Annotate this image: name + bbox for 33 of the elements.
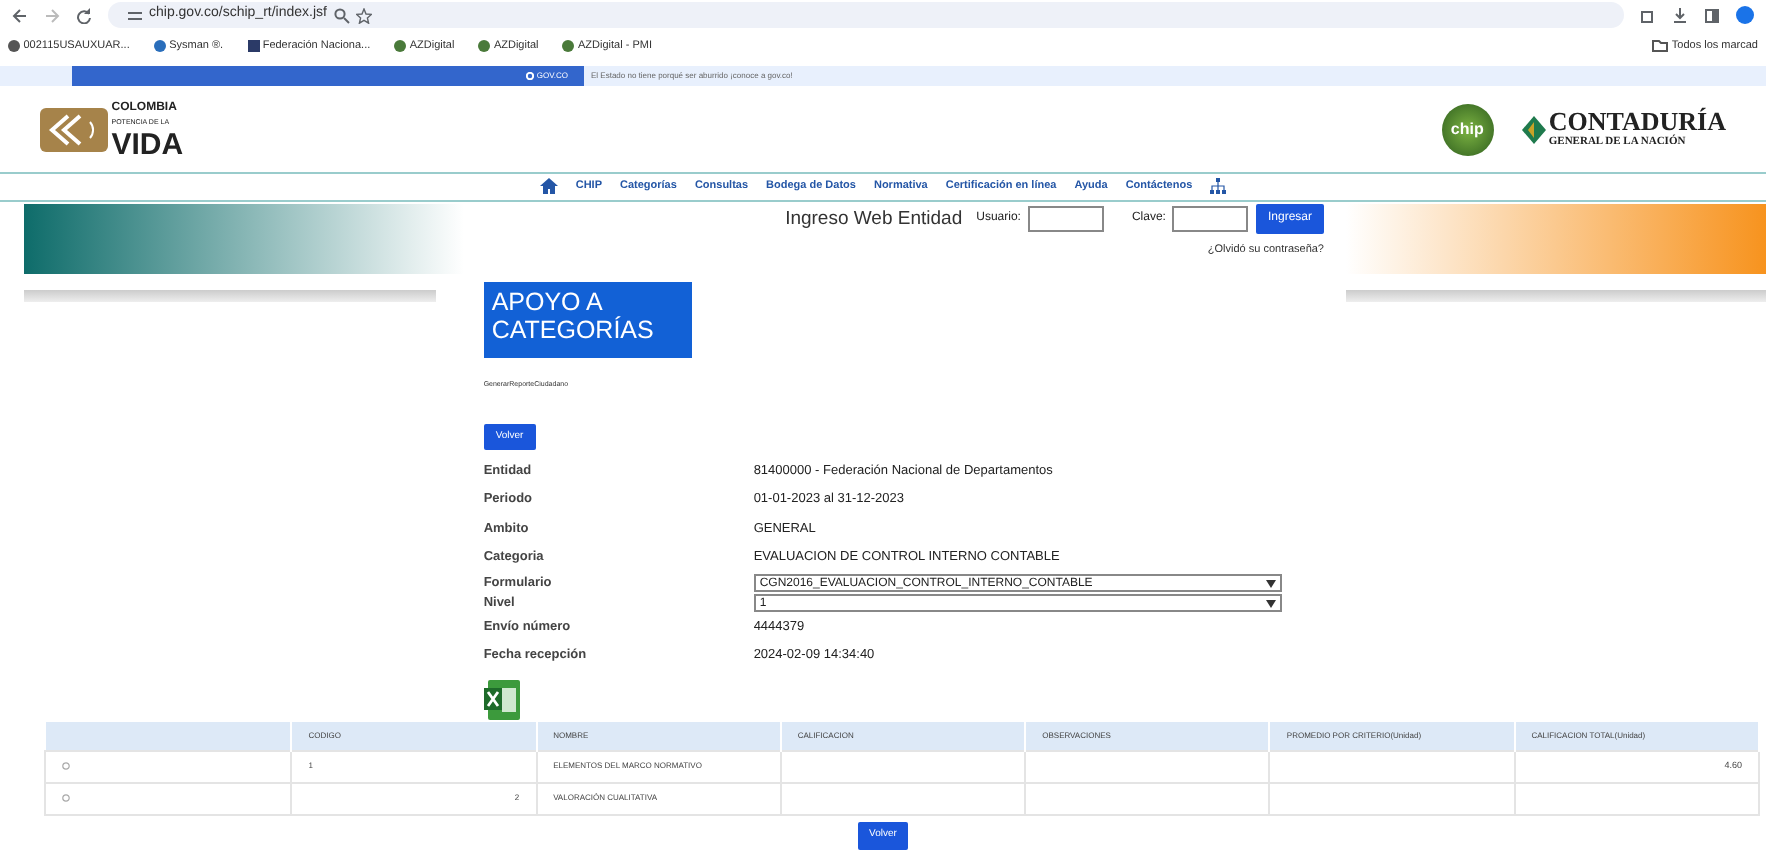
- excel-export-icon[interactable]: [483, 679, 520, 719]
- bookmark-favicon-icon: [562, 40, 575, 52]
- contaduria-logo-icon: [1521, 116, 1546, 144]
- bookmark-favicon-icon: [8, 40, 20, 52]
- folder-icon: [1652, 40, 1669, 52]
- extensions-icon[interactable]: [1640, 7, 1656, 23]
- site-settings-icon[interactable]: [128, 9, 142, 21]
- row-radio-icon[interactable]: [62, 762, 70, 771]
- caret-icon: [1265, 579, 1276, 587]
- reload-icon[interactable]: [76, 7, 92, 23]
- home-icon[interactable]: [539, 178, 558, 194]
- profile-avatar-icon[interactable]: [1736, 6, 1754, 24]
- bookmark-favicon-icon: [247, 40, 260, 52]
- bookmark-favicon-icon: [478, 40, 491, 52]
- star-icon[interactable]: [356, 7, 373, 23]
- login-title: Ingreso Web Entidad: [785, 205, 963, 234]
- caret-icon: [1265, 599, 1276, 607]
- logo-title: CONTADURÍA: [1548, 108, 1726, 135]
- side-panel-icon[interactable]: [1704, 7, 1720, 23]
- user-input-field[interactable]: [1027, 206, 1104, 233]
- zoom-icon[interactable]: [333, 7, 350, 23]
- govco-logo-icon: [525, 71, 534, 80]
- chip-logo: chip: [1441, 104, 1494, 156]
- download-icon[interactable]: [1672, 7, 1688, 23]
- bookmark-favicon-icon: [153, 40, 166, 52]
- logo-title: VIDA: [111, 129, 184, 160]
- colombia-logo-icon: [40, 108, 108, 152]
- row-radio-icon[interactable]: [62, 794, 70, 803]
- bookmark-favicon-icon: [394, 40, 407, 52]
- password-input-field[interactable]: [1172, 206, 1249, 233]
- sitemap-icon[interactable]: [1210, 178, 1227, 194]
- page-title: APOYO A CATEGORÍAS: [483, 282, 692, 359]
- back-icon[interactable]: [12, 7, 28, 23]
